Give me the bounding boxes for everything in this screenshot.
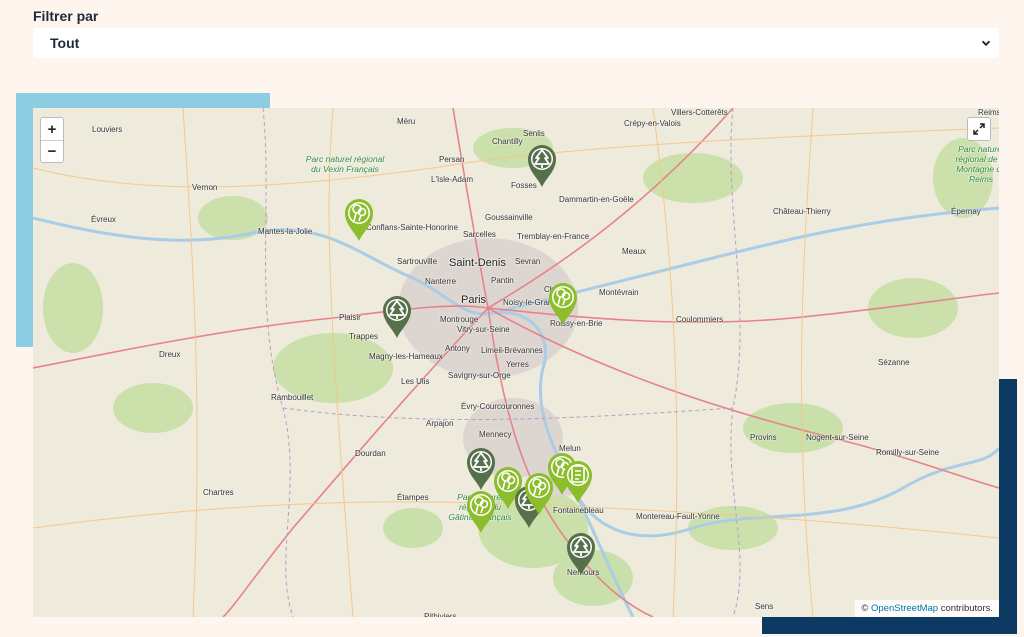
place-label: Arpajon — [426, 419, 454, 428]
place-label: Sevran — [515, 257, 541, 266]
place-label: Magny-les-Hameaux — [369, 352, 443, 361]
place-label: Épernay — [951, 207, 981, 216]
place-label: Persan — [439, 155, 465, 164]
place-label: Mennecy — [479, 430, 512, 439]
zoom-in-button[interactable]: + — [41, 118, 63, 140]
place-label: Plaisir — [339, 313, 361, 322]
place-label: Dammartin-en-Goële — [559, 195, 634, 204]
openstreetmap-link[interactable]: OpenStreetMap — [871, 603, 938, 614]
filter-select[interactable]: Tout — [33, 28, 999, 58]
place-label: Vitry-sur-Seine — [457, 325, 510, 334]
place-label: Tremblay-en-France — [517, 232, 590, 241]
park-label: Parc naturel régional de la Montagne de … — [955, 144, 999, 184]
place-label: Nanterre — [425, 277, 457, 286]
place-label: Méru — [397, 117, 416, 126]
place-label: Romilly-sur-Seine — [876, 448, 940, 457]
place-label: Étampes — [397, 493, 429, 502]
expand-icon — [973, 123, 985, 135]
place-label: Savigny-sur-Orge — [448, 371, 511, 380]
place-label: Reims — [978, 108, 999, 117]
place-label: Montereau-Fault-Yonne — [636, 512, 720, 521]
place-label: Chartres — [203, 488, 234, 497]
place-label: Sartrouville — [397, 257, 438, 266]
place-label: Goussainville — [485, 213, 533, 222]
fullscreen-button[interactable] — [967, 117, 991, 141]
place-label: Crépy-en-Valois — [624, 119, 681, 128]
map-marker-forest[interactable] — [565, 530, 597, 576]
place-label: Trappes — [349, 332, 379, 341]
place-label: Évreux — [91, 215, 116, 224]
place-label: Sarcelles — [463, 230, 496, 239]
map[interactable]: Louviers Méru Senlis Crépy-en-Valois Villers… — [33, 108, 999, 617]
attribution-prefix: © — [861, 603, 869, 614]
map-attribution: © OpenStreetMap contributors. — [855, 600, 999, 617]
zoom-out-button[interactable]: − — [41, 140, 63, 162]
zoom-control: + − — [40, 117, 64, 163]
place-label: Limeil-Brévannes — [481, 346, 543, 355]
place-label: Les Ulis — [401, 377, 430, 386]
place-label: Antony — [445, 344, 470, 353]
park-label: Parc naturel régional du Vexin Français — [305, 154, 385, 174]
place-label: Pithiviers — [424, 612, 457, 617]
place-label: Saint-Denis — [449, 257, 506, 269]
place-label: Senlis — [523, 129, 545, 138]
place-label: L'Isle-Adam — [431, 175, 473, 184]
chevron-down-icon — [981, 40, 991, 47]
place-label: Fontainebleau — [553, 506, 604, 515]
map-marker-tree[interactable] — [343, 196, 375, 242]
place-label: Vernon — [192, 183, 218, 192]
filter-selected-value: Tout — [50, 35, 80, 51]
place-label: Mantes-la-Jolie — [258, 227, 313, 236]
place-label: Villers-Cotterêts — [671, 108, 728, 117]
place-label: Conflans-Sainte-Honorine — [366, 223, 459, 232]
place-label: Évry-Courcouronnes — [461, 402, 535, 411]
place-label: Dreux — [159, 350, 181, 359]
place-label: Louviers — [92, 125, 123, 134]
place-label: Meaux — [622, 247, 647, 256]
place-label: Château-Thierry — [773, 207, 831, 216]
map-marker-forest[interactable] — [526, 142, 558, 188]
map-marker-forest[interactable] — [381, 293, 413, 339]
place-label: Yerres — [506, 360, 529, 369]
place-label: Chantilly — [492, 137, 523, 146]
place-label: Sézanne — [878, 358, 910, 367]
place-label: Sens — [755, 602, 774, 611]
place-label: Dourdan — [355, 449, 386, 458]
map-marker-tree[interactable] — [547, 280, 579, 326]
place-label: Coulommiers — [676, 315, 724, 324]
place-label: Montrouge — [440, 315, 479, 324]
filter-label: Filtrer par — [33, 8, 99, 24]
place-label: Rambouillet — [271, 393, 314, 402]
place-label: Montévrain — [599, 288, 639, 297]
place-label: Nogent-sur-Seine — [806, 433, 869, 442]
attribution-suffix: contributors. — [940, 603, 993, 614]
place-label: Provins — [750, 433, 777, 442]
place-label: Paris — [461, 294, 487, 306]
place-label: Pantin — [491, 276, 514, 285]
map-marker-info[interactable] — [562, 458, 594, 504]
